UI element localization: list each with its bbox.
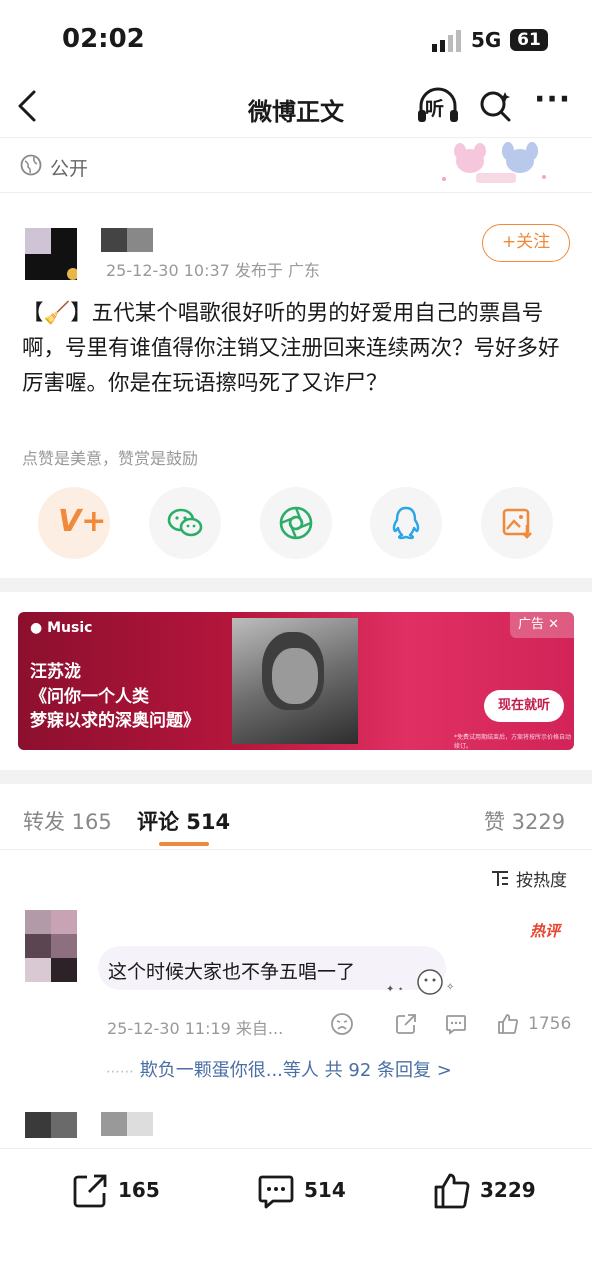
nav-bar: 微博正文 听 ···	[0, 78, 592, 138]
comment-like-count: 1756	[528, 1014, 572, 1034]
ad-cta-button[interactable]: 现在就听	[484, 690, 564, 722]
tab-likes[interactable]: 赞 3229	[484, 806, 565, 836]
ad-banner[interactable]: ● Music 汪苏泷 《问你一个人类 梦寐以求的深奥问题》 广告 ✕ 现在就听…	[18, 612, 574, 750]
image-download-icon	[502, 508, 532, 539]
search-icon[interactable]	[478, 88, 514, 124]
v-plus-icon: V+	[58, 504, 107, 539]
ad-album-line2: 梦寐以求的深奥问题》	[30, 711, 200, 731]
interaction-tabs: 转发 165 评论 514 赞 3229	[0, 784, 592, 850]
more-icon[interactable]: ···	[534, 85, 574, 120]
comment-button[interactable]: 514	[256, 1171, 356, 1211]
listen-button[interactable]: 听	[416, 86, 460, 126]
author-name-redacted[interactable]	[101, 228, 153, 252]
tab-comments[interactable]: 评论 514	[137, 806, 230, 836]
close-icon[interactable]: ✕	[548, 617, 559, 632]
visibility-row: 公开	[0, 139, 592, 193]
hot-comment-badge: 热评	[530, 922, 561, 940]
sparkle-sticker-icon: ✦ ⋆ ✧	[386, 969, 454, 995]
battery-indicator: 61	[510, 29, 548, 51]
ad-album-line1: 《问你一个人类	[30, 687, 149, 707]
post-meta: 25-12-30 10:37 发布于 广东	[106, 261, 320, 280]
status-time: 02:02	[62, 24, 145, 54]
share-row: V+	[0, 487, 592, 563]
sort-icon	[492, 871, 508, 886]
album-cover-image	[232, 618, 358, 744]
repost-count: 165	[118, 1178, 160, 1202]
follow-button[interactable]: +关注	[482, 224, 570, 262]
bottom-action-bar: 165 514 3229	[0, 1148, 592, 1281]
comment-replies-link[interactable]: ⋯⋯ 欺负一颗蛋你很...等人 共 92 条回复 >	[106, 1056, 452, 1082]
comment-icon	[258, 1175, 294, 1209]
ad-fine-print: *免费试用期结束后，方案将按所示价格自动续订。	[454, 734, 572, 750]
status-bar: 02:02 5G 61	[0, 0, 592, 78]
reply-icon[interactable]	[444, 1012, 468, 1036]
network-type: 5G	[471, 28, 502, 52]
section-divider	[0, 578, 592, 592]
comment-time: 25-12-30 11:19 来自...	[107, 1019, 284, 1038]
comment-actions: 1756	[330, 1012, 580, 1040]
visibility-label: 公开	[50, 158, 89, 180]
repost-icon	[73, 1174, 107, 1208]
thumbs-up-icon	[434, 1173, 470, 1209]
globe-icon	[20, 154, 42, 176]
next-comment-avatar[interactable]	[25, 1112, 77, 1138]
svg-text:✧: ✧	[446, 982, 454, 993]
author-avatar[interactable]	[25, 228, 77, 280]
sort-label: 按热度	[516, 871, 567, 891]
ad-artist: 汪苏泷	[30, 662, 81, 682]
like-count: 3229	[480, 1178, 536, 1202]
cartoon-sticker-icon	[442, 142, 546, 183]
qq-share-button[interactable]	[370, 487, 442, 559]
active-tab-indicator	[159, 842, 209, 846]
badge-icon	[67, 268, 77, 280]
wechat-share-button[interactable]	[149, 487, 221, 559]
apple-music-logo: ● Music	[30, 620, 93, 636]
signal-icon	[432, 30, 461, 52]
sort-button[interactable]: 按热度	[490, 866, 574, 891]
svg-text:✦ ⋆: ✦ ⋆	[386, 984, 404, 995]
moments-share-button[interactable]	[260, 487, 332, 559]
qq-icon	[392, 506, 420, 540]
post-text: 【🧹】五代某个唱歌很好听的男的好爱用自己的票昌号啊，号里有谁值得你注销又注册回来…	[22, 301, 560, 396]
comment-count: 514	[304, 1178, 346, 1202]
wechat-icon	[167, 508, 203, 537]
comment-text: 这个时候大家也不争五唱一了	[108, 961, 356, 983]
dislike-face-icon[interactable]	[330, 1012, 354, 1036]
next-comment-author-redacted[interactable]	[101, 1112, 153, 1136]
like-icon[interactable]	[496, 1012, 520, 1036]
tab-repost[interactable]: 转发 165	[23, 806, 112, 836]
repost-button[interactable]: 165	[70, 1171, 170, 1211]
moments-icon	[279, 506, 313, 540]
ad-tag[interactable]: 广告 ✕	[510, 612, 574, 638]
comment-author-redacted[interactable]	[106, 928, 256, 944]
reward-button[interactable]: V+	[38, 487, 110, 559]
apple-icon: ●	[30, 620, 43, 636]
listen-label: 听	[425, 98, 445, 120]
comment-avatar[interactable]	[25, 910, 77, 982]
section-divider	[0, 770, 592, 784]
like-button[interactable]: 3229	[432, 1171, 542, 1211]
repost-icon[interactable]	[394, 1012, 418, 1036]
praise-hint: 点赞是美意，赞赏是鼓励	[22, 449, 199, 468]
save-image-button[interactable]	[481, 487, 553, 559]
